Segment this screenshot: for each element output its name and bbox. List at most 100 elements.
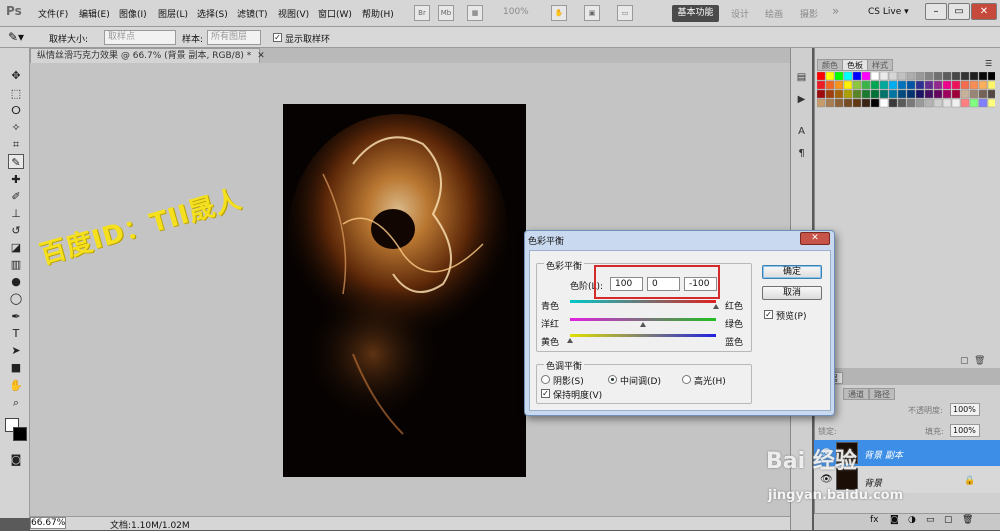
color-swatch[interactable]	[942, 72, 952, 81]
color-swatch[interactable]	[942, 89, 952, 99]
menu-layer[interactable]: 图层(L)	[158, 7, 188, 20]
zoom-tool-icon[interactable]: ⌕	[8, 395, 24, 410]
color-swatch[interactable]	[915, 89, 925, 99]
bridge-icon[interactable]: Br	[414, 5, 430, 21]
move-tool-icon[interactable]: ✥	[8, 68, 24, 83]
color-swatch[interactable]	[915, 80, 925, 90]
tab-styles[interactable]: 样式	[867, 59, 893, 71]
menu-image[interactable]: 图像(I)	[119, 7, 147, 20]
hand-icon[interactable]: ✋	[8, 378, 24, 393]
marquee-tool-icon[interactable]: ⬚	[8, 86, 24, 101]
new-group-icon[interactable]: ▭	[926, 515, 935, 525]
color-swatch[interactable]	[888, 89, 898, 99]
color-swatch[interactable]	[942, 98, 952, 108]
color-swatch[interactable]	[969, 98, 979, 108]
color-swatch[interactable]	[969, 72, 979, 81]
preserve-luminosity-checkbox[interactable]: ✓	[541, 389, 550, 398]
color-swatch[interactable]	[834, 89, 844, 99]
color-swatch[interactable]	[888, 98, 898, 108]
adjustment-layer-icon[interactable]: ◑	[908, 515, 916, 525]
color-swatch[interactable]	[852, 98, 862, 108]
maximize-button[interactable]: ▭	[948, 3, 970, 20]
color-swatch[interactable]	[951, 72, 961, 81]
color-swatch[interactable]	[978, 98, 988, 108]
view-extras-icon[interactable]: ▦	[467, 5, 483, 21]
color-swatch[interactable]	[843, 98, 853, 108]
sample-select[interactable]: 所有图层	[207, 30, 261, 45]
new-swatch-icon[interactable]: ▢	[960, 356, 969, 366]
yellow-blue-slider-thumb[interactable]	[567, 338, 573, 343]
dodge-tool-icon[interactable]: ◯	[8, 291, 24, 306]
color-swatch[interactable]	[852, 89, 862, 99]
pen-tool-icon[interactable]: ✒	[8, 309, 24, 324]
menu-select[interactable]: 选择(S)	[197, 7, 228, 20]
minimize-button[interactable]: –	[925, 3, 947, 20]
dialog-close-button[interactable]: ✕	[800, 232, 830, 245]
color-swatch[interactable]	[924, 89, 934, 99]
more-workspaces-icon[interactable]: »	[832, 4, 839, 18]
color-swatch[interactable]	[879, 89, 889, 99]
yellow-blue-slider-track[interactable]	[570, 334, 716, 337]
color-swatch[interactable]	[817, 72, 826, 81]
color-swatch[interactable]	[817, 89, 826, 99]
color-swatch[interactable]	[825, 72, 835, 81]
cyan-red-slider-track[interactable]	[570, 300, 716, 303]
color-swatch[interactable]	[897, 89, 907, 99]
menu-view[interactable]: 视图(V)	[278, 7, 309, 20]
magenta-green-slider-thumb[interactable]	[640, 322, 646, 327]
gradient-tool-icon[interactable]: ▥	[8, 257, 24, 272]
color-swatch[interactable]	[897, 80, 907, 90]
color-swatch[interactable]	[870, 72, 880, 81]
color-swatch[interactable]	[978, 72, 988, 81]
mini-bridge-icon[interactable]: Mb	[438, 5, 454, 21]
brush-tool-icon[interactable]: ✐	[8, 189, 24, 204]
color-swatch[interactable]	[861, 89, 871, 99]
color-swatch[interactable]	[870, 80, 880, 90]
color-swatch[interactable]	[825, 80, 835, 90]
background-color-swatch[interactable]	[13, 427, 27, 441]
healing-brush-tool-icon[interactable]: ✚	[8, 172, 24, 187]
color-swatch[interactable]	[870, 89, 880, 99]
paragraph-panel-icon[interactable]: ¶	[795, 147, 808, 160]
menu-window[interactable]: 窗口(W)	[318, 7, 352, 20]
color-swatch[interactable]	[843, 80, 853, 90]
zoom-level[interactable]: 100%	[503, 7, 529, 17]
swatch-grid[interactable]	[817, 72, 995, 134]
midtones-radio[interactable]	[608, 375, 617, 384]
color-swatch[interactable]	[888, 80, 898, 90]
layer-mask-icon[interactable]: ◙	[890, 515, 899, 525]
arrange-documents-icon[interactable]: ▣	[584, 5, 600, 21]
color-swatch[interactable]	[924, 98, 934, 108]
color-swatch[interactable]	[978, 80, 988, 90]
tab-paths[interactable]: 路径	[869, 388, 895, 400]
workspace-photography[interactable]: 摄影	[800, 7, 818, 20]
workspace-painting[interactable]: 绘画	[765, 7, 783, 20]
color-swatch[interactable]	[906, 89, 916, 99]
document-tab[interactable]: 纵情丝滑巧克力效果 @ 66.7% (背景 副本, RGB/8) * ✕	[30, 48, 265, 63]
tab-color[interactable]: 颜色	[817, 59, 843, 71]
color-swatch[interactable]	[906, 72, 916, 81]
color-swatch[interactable]	[852, 72, 862, 81]
menu-file[interactable]: 文件(F)	[38, 7, 68, 20]
color-swatch[interactable]	[879, 72, 889, 81]
eraser-tool-icon[interactable]: ◪	[8, 240, 24, 255]
screen-mode-icon[interactable]: ▭	[617, 5, 633, 21]
color-swatch[interactable]	[834, 80, 844, 90]
tab-swatches[interactable]: 色板	[842, 59, 868, 71]
zoom-input[interactable]: 66.67%	[30, 517, 66, 529]
color-swatch[interactable]	[897, 98, 907, 108]
delete-swatch-icon[interactable]: 🗑	[974, 356, 985, 366]
color-swatch[interactable]	[951, 89, 961, 99]
type-tool-icon[interactable]: T	[8, 326, 24, 341]
color-swatch[interactable]	[942, 80, 952, 90]
delete-layer-icon[interactable]: 🗑	[962, 515, 973, 525]
color-swatch[interactable]	[969, 80, 979, 90]
show-ring-checkbox[interactable]: ✓	[273, 33, 282, 42]
lasso-tool-icon[interactable]: ⵔ	[8, 103, 24, 118]
crop-tool-icon[interactable]: ⌗	[8, 137, 24, 152]
color-swatch[interactable]	[978, 89, 988, 99]
character-panel-icon[interactable]: A	[795, 125, 808, 138]
color-swatch[interactable]	[852, 80, 862, 90]
color-swatch[interactable]	[987, 98, 995, 108]
color-swatch[interactable]	[933, 89, 943, 99]
